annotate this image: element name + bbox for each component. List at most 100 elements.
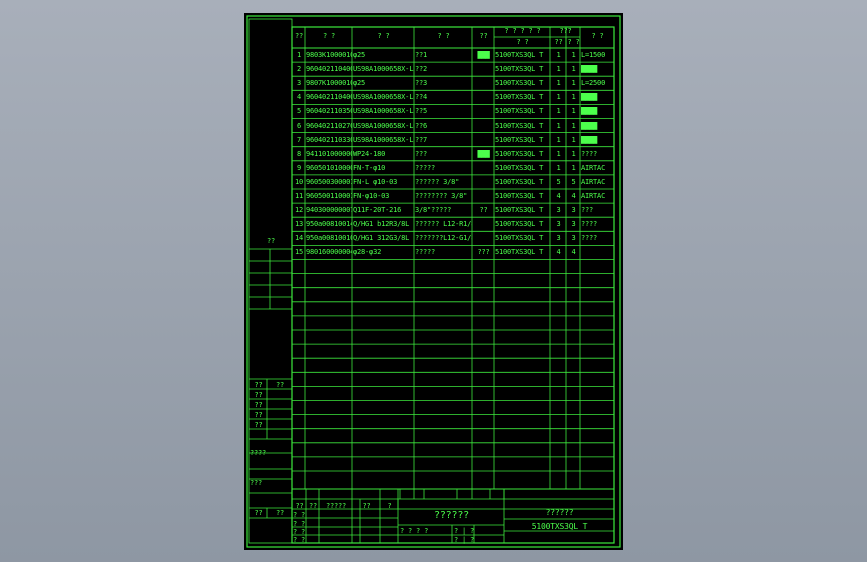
row-qty-b: 3 (571, 206, 576, 215)
row-remark: ████ (581, 107, 598, 116)
left-strip-label: ?? (254, 381, 263, 389)
tb-header-1: ?? (295, 502, 304, 510)
row-spec: ??6 (415, 121, 428, 130)
row-spec: ???????L12-G1/8 (415, 234, 472, 243)
row-code: 9411010000006 (306, 149, 352, 158)
row-remark: ████ (581, 135, 598, 144)
tb-header-3: ????? (325, 502, 347, 510)
row-remark: ??? (581, 206, 594, 215)
signature-2: ? ? (293, 520, 306, 528)
row-name: US98A1000658X-L2 (353, 65, 414, 74)
row-qty-a: 4 (556, 192, 561, 200)
row-code: 9604021103500 (306, 107, 352, 116)
row-spec: ?????? L12-R1/8 (415, 220, 472, 229)
left-strip-label: ?? (254, 421, 263, 429)
row-spec: ??2 (415, 65, 428, 74)
row-qty-a: 1 (556, 121, 561, 130)
left-strip-value: ?? (275, 381, 285, 389)
row-product: 5100TXS3QL T (495, 93, 544, 102)
row-name: FN-L φ10-03 (353, 177, 398, 186)
row-qty-a: 1 (556, 51, 561, 59)
row-qty-a: 5 (556, 177, 561, 186)
row-no: 6 (296, 121, 301, 130)
left-strip-label: ?? (254, 411, 263, 419)
row-name: φ25 (353, 79, 366, 88)
drawing-sheet: ??? ?? ?? ???? ? ? ? ?? ??????? ?? ? 1 980… (244, 13, 623, 550)
remark-header: ? ? (591, 32, 604, 40)
row-qty-b: 1 (571, 93, 576, 102)
row-qty-a: 3 (556, 234, 561, 243)
row-remark: ████ (581, 65, 598, 74)
row-name: Q11F-20T-216 (353, 206, 402, 215)
seq-header: ?? (294, 32, 304, 40)
tb-header-5: ? (387, 502, 392, 510)
row-qty-b: 3 (571, 234, 576, 243)
left-strip-label: ?? (254, 401, 263, 409)
row-code: 9807K10000107 (306, 79, 352, 88)
row-qty-a: 1 (556, 149, 561, 158)
row-spec: ??? (415, 149, 428, 158)
row-no: 8 (296, 149, 301, 158)
row-spec: ???????? 3/8" (415, 192, 468, 200)
row-product: 5100TXS3QL T (495, 163, 544, 172)
row-name: FN-T-φ10 (353, 163, 386, 172)
row-remark: ???? (581, 220, 598, 229)
row-qty-a: 3 (556, 220, 561, 229)
row-qty-b: 1 (571, 65, 576, 74)
row-qty-b: 1 (571, 79, 576, 88)
code-header: ? ? (322, 32, 336, 40)
row-remark: AIRTAC (581, 177, 606, 186)
product-code: 5100TXS3QL T (531, 522, 588, 531)
row-no: 10 (294, 177, 304, 186)
spec-header: ? ? (437, 32, 450, 40)
row-unit: ?? (479, 206, 488, 215)
left-strip-sig-left: ?? (254, 509, 263, 517)
signature-4: ? ? (293, 536, 306, 544)
product-sub-header: ? ? (516, 38, 529, 46)
row-qty-b: 1 (571, 121, 576, 130)
row-product: 5100TXS3QL T (495, 192, 544, 200)
row-remark: L=2500 (581, 79, 606, 88)
left-strip-sig-right: ?? (275, 509, 285, 517)
row-qty-b: 1 (571, 163, 576, 172)
row-spec: ??7 (415, 135, 428, 144)
row-no: 7 (296, 135, 301, 144)
row-no: 5 (296, 107, 301, 116)
row-no: 13 (294, 220, 304, 229)
row-spec: ?????? 3/8" (415, 177, 460, 186)
row-code: 9605001100015 (306, 192, 352, 200)
row-name: US98A1000658X-L5 (353, 107, 414, 116)
row-qty-a: 1 (556, 93, 561, 102)
row-code: 9604021102700 (306, 121, 352, 130)
row-unit: ??? (477, 248, 490, 257)
row-code: 9604021103300 (306, 135, 352, 144)
row-product: 5100TXS3QL T (495, 206, 544, 215)
row-unit: ███ (477, 51, 490, 59)
row-qty-b: 1 (571, 135, 576, 144)
row-product: 5100TXS3QL T (495, 248, 544, 257)
row-qty-a: 4 (556, 248, 561, 257)
row-no: 14 (294, 234, 304, 243)
row-spec: ??5 (415, 107, 428, 116)
row-product: 5100TXS3QL T (495, 220, 544, 229)
per-header: ?? (554, 38, 563, 46)
row-spec: ??4 (415, 93, 428, 102)
row-remark: ████ (581, 121, 598, 130)
left-strip-label: ?? (254, 391, 263, 399)
document-name: ?????? (434, 510, 469, 521)
row-product: 5100TXS3QL T (495, 135, 544, 144)
row-name: WP24-180 (353, 149, 386, 158)
row-qty-a: 1 (556, 79, 561, 88)
row-no: 2 (296, 65, 301, 74)
row-code: 9605003000015 (306, 177, 352, 186)
row-qty-a: 1 (556, 163, 561, 172)
row-remark: ???? (581, 234, 598, 243)
row-remark: ???? (581, 149, 598, 158)
row-product: 5100TXS3QL T (495, 234, 544, 243)
row-product: 5100TXS3QL T (495, 51, 544, 59)
row-spec: 3/8"????? (415, 206, 452, 215)
row-spec: ??1 (415, 51, 428, 59)
left-strip-date: ??? (250, 479, 263, 487)
row-qty-b: 1 (571, 149, 576, 158)
row-code: 9605010100002 (306, 163, 352, 172)
